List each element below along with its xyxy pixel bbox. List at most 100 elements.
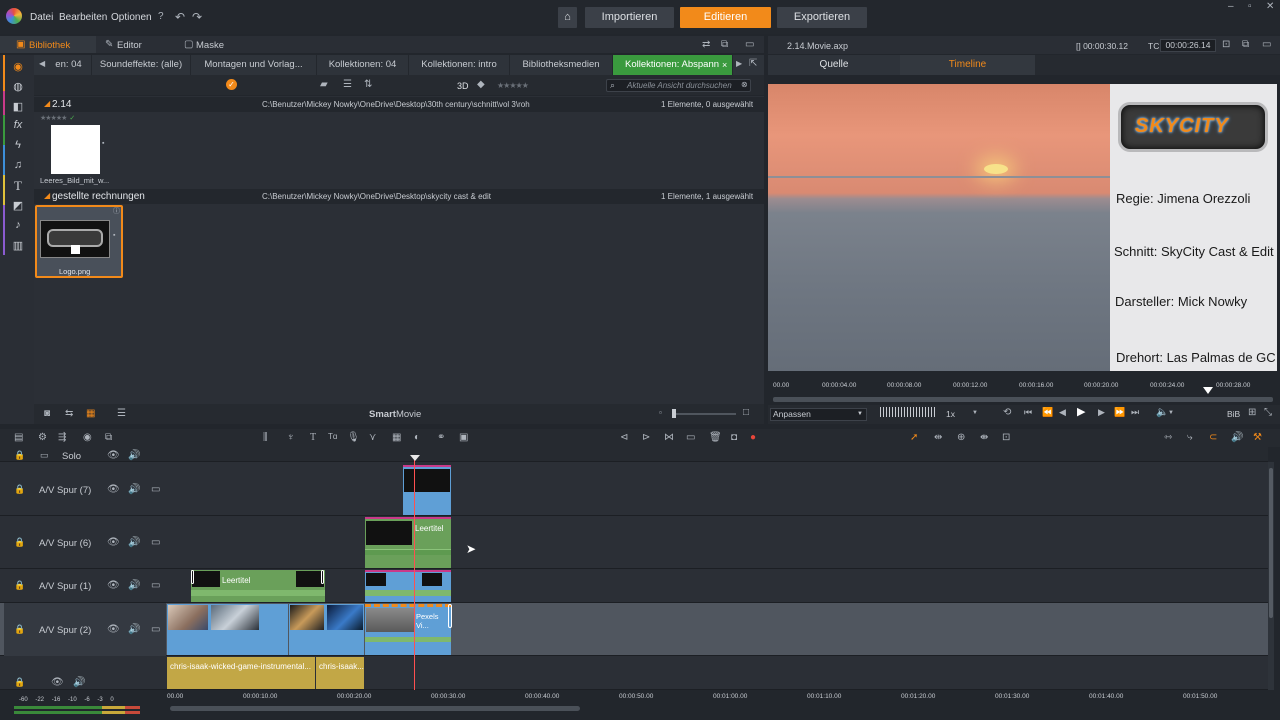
- info-icon[interactable]: ⓘ: [113, 208, 120, 215]
- folder-icon[interactable]: ▰: [320, 80, 328, 90]
- voiceover-icon[interactable]: 🎙: [347, 433, 360, 443]
- help-icon[interactable]: ?: [158, 12, 164, 22]
- mixer-icon[interactable]: ⫼: [263, 433, 268, 443]
- maximize-icon[interactable]: ▫: [1248, 2, 1252, 12]
- chevron-down-icon[interactable]: ▼: [972, 410, 978, 416]
- clip-track1-title[interactable]: Leertitel: [191, 570, 325, 602]
- minimize-icon[interactable]: –: [1228, 2, 1234, 12]
- close-tab-icon[interactable]: ×: [722, 55, 727, 75]
- item-rating[interactable]: ★★★★★ ✓: [40, 114, 75, 122]
- link-icon[interactable]: ⇄: [702, 40, 710, 50]
- sync-icon[interactable]: ⇆: [65, 409, 73, 419]
- fullscreen-icon[interactable]: ⊡: [1222, 40, 1230, 50]
- link-tool-icon[interactable]: ⚭: [437, 433, 445, 443]
- tab-timeline[interactable]: Timeline: [900, 55, 1035, 75]
- transitions-icon[interactable]: ◧: [12, 100, 24, 113]
- import-button[interactable]: Importieren: [585, 7, 674, 28]
- marker-red-icon[interactable]: ●: [750, 433, 756, 443]
- menu-file[interactable]: Datei: [30, 12, 53, 23]
- undo-icon[interactable]: ↶: [175, 11, 185, 23]
- small-thumb-icon[interactable]: ▫: [659, 409, 662, 417]
- tab-collection-0[interactable]: en: 04: [46, 55, 92, 75]
- tab-editor[interactable]: Editor: [117, 40, 142, 51]
- clip-track6-title[interactable]: Leertitel: [365, 517, 451, 568]
- menu-edit[interactable]: Bearbeiten: [59, 12, 107, 23]
- lock-icon[interactable]: 🔒: [14, 581, 25, 590]
- thumb-size-slider[interactable]: [672, 413, 736, 415]
- fit-select[interactable]: Anpassen ▼: [770, 408, 867, 421]
- pin-icon[interactable]: ⇱: [749, 59, 757, 69]
- audio-ducking-icon[interactable]: ♆: [287, 433, 295, 443]
- menu-disc-icon[interactable]: ▥: [12, 239, 24, 252]
- video-preview[interactable]: SKYCITY Regie: Jimena Orezzoli Schnitt: …: [768, 84, 1277, 371]
- home-button[interactable]: ⌂: [558, 7, 577, 28]
- visibility-icon[interactable]: 👁: [107, 625, 120, 635]
- tag-icon[interactable]: ◆: [477, 80, 485, 90]
- search-input[interactable]: Aktuelle Ansicht durchsuchen: [606, 79, 751, 92]
- play-icon[interactable]: ▶: [1077, 407, 1085, 418]
- lock-icon[interactable]: 🔒: [14, 538, 25, 547]
- scorefitter-icon[interactable]: ⋎: [369, 433, 376, 443]
- lock-icon[interactable]: 🔒: [14, 678, 25, 687]
- close-icon[interactable]: ✕: [1266, 2, 1274, 12]
- projects-icon[interactable]: ◍: [12, 80, 24, 93]
- visibility-icon[interactable]: 👁: [107, 451, 120, 461]
- tab-collection-3[interactable]: Kollektionen: 04: [317, 55, 409, 75]
- trash-icon[interactable]: 🗑: [709, 433, 722, 443]
- go-to-start-icon[interactable]: ⏮: [1024, 408, 1032, 417]
- visibility-icon[interactable]: 👁: [107, 581, 120, 591]
- track-options-icon[interactable]: ▭: [151, 485, 160, 495]
- delete-icon[interactable]: ◙: [44, 409, 50, 419]
- snapshot-icon[interactable]: ◘: [731, 433, 737, 443]
- resize-icon[interactable]: ⤡: [1264, 408, 1272, 418]
- trim-icon[interactable]: ⋈: [664, 433, 674, 443]
- blank-image-thumb[interactable]: [51, 125, 100, 174]
- grid-view-icon[interactable]: ▦: [86, 409, 95, 419]
- clip-track2-a[interactable]: [167, 604, 288, 655]
- speed-select[interactable]: 1x: [946, 409, 955, 419]
- title-3d-icon[interactable]: Tɑ: [328, 433, 337, 441]
- audio-icon[interactable]: 🔊: [1231, 433, 1243, 443]
- visibility-icon[interactable]: 👁: [107, 538, 120, 548]
- dynamic-length-icon[interactable]: ⤷: [1187, 433, 1193, 443]
- mute-icon[interactable]: 🔊: [128, 538, 140, 548]
- mute-icon[interactable]: 🔊: [128, 581, 140, 591]
- screen-record-icon[interactable]: ▣: [459, 433, 468, 443]
- effects-icon[interactable]: fx: [12, 119, 24, 131]
- loop-icon[interactable]: ⟲: [1003, 408, 1011, 418]
- tab-collection-4[interactable]: Kollektionen: intro: [409, 55, 510, 75]
- visibility-icon[interactable]: 👁: [51, 678, 64, 688]
- edit-mode-icon[interactable]: ⇶: [58, 433, 66, 443]
- media-icon[interactable]: ◉: [12, 60, 24, 73]
- thumb-size-handle[interactable]: [672, 409, 676, 418]
- maximize-panel-icon[interactable]: ▭: [1262, 40, 1271, 50]
- menu-options[interactable]: Optionen: [111, 12, 152, 23]
- timecode-input[interactable]: 00:00:26.14: [1160, 39, 1216, 52]
- marker-icon[interactable]: ⊲: [620, 433, 628, 443]
- popout-icon[interactable]: ⧉: [1242, 40, 1249, 50]
- clip-track1-video[interactable]: [365, 570, 451, 602]
- edit-button[interactable]: Editieren: [680, 7, 771, 28]
- scroll-left-icon[interactable]: ◀: [39, 60, 45, 68]
- volume-icon[interactable]: 🔈: [1156, 408, 1168, 418]
- redo-icon[interactable]: ↷: [192, 11, 202, 23]
- tab-collection-6[interactable]: Kollektionen: Abspann ×: [613, 55, 733, 75]
- mute-icon[interactable]: 🔊: [73, 678, 85, 688]
- visibility-icon[interactable]: 👁: [107, 485, 120, 495]
- app-logo-icon[interactable]: [6, 8, 22, 24]
- slip-icon[interactable]: ⊕: [957, 433, 965, 443]
- chevron-down-icon[interactable]: ▼: [1168, 410, 1174, 416]
- list-view-icon[interactable]: ☰: [343, 80, 352, 90]
- large-thumb-icon[interactable]: □: [743, 408, 749, 418]
- tab-collection-5[interactable]: Bibliotheksmedien: [510, 55, 613, 75]
- clip-track7[interactable]: [403, 465, 451, 515]
- scrub-audio-icon[interactable]: ⇿: [1164, 433, 1172, 443]
- details-view-icon[interactable]: ☰: [117, 409, 126, 419]
- clip-track2-b[interactable]: [289, 604, 364, 655]
- timeline-vertical-scroll-thumb[interactable]: [1269, 468, 1273, 618]
- rating-filter[interactable]: ★★★★★: [497, 81, 529, 90]
- track-settings-icon[interactable]: ▤: [14, 433, 23, 443]
- step-forward-icon[interactable]: ⏩: [1114, 408, 1125, 417]
- timeline-playhead[interactable]: [414, 458, 415, 698]
- clip-audio-2[interactable]: chris-isaak...: [316, 657, 364, 689]
